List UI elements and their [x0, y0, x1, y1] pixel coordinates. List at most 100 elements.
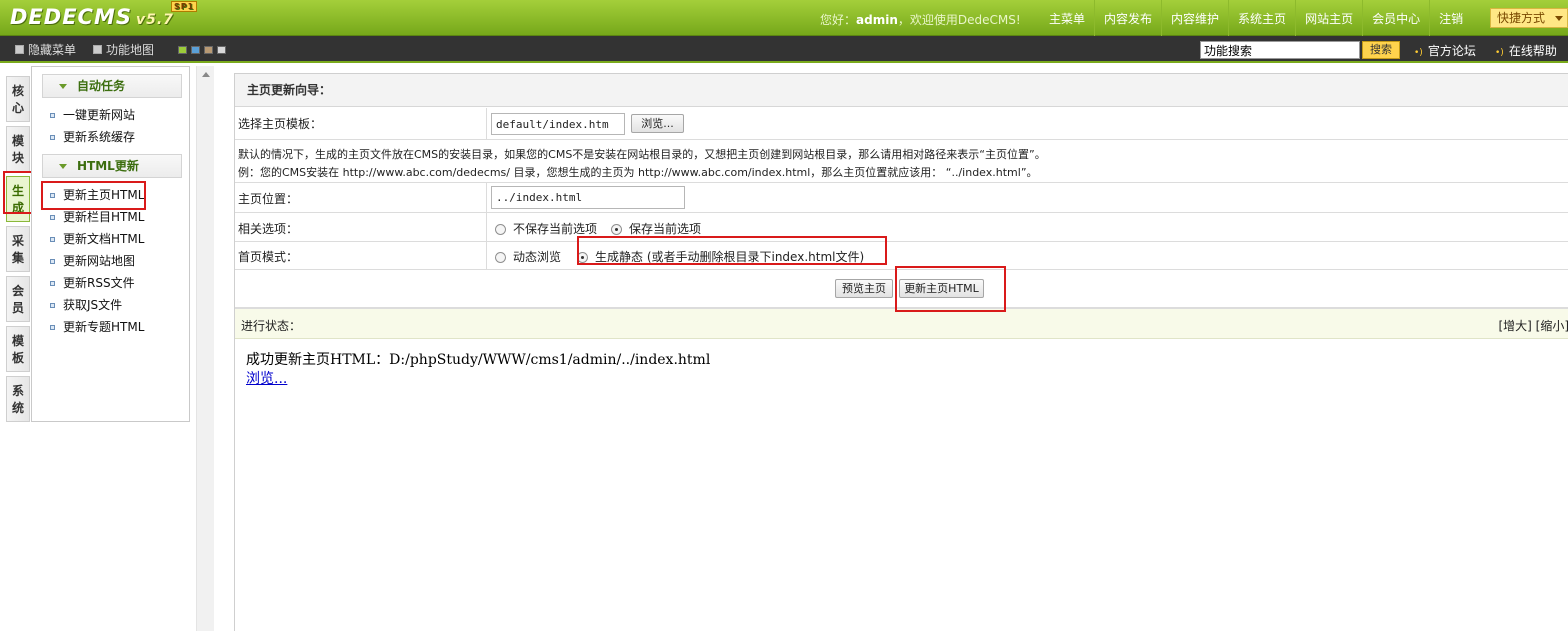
hide-menu-label: 隐藏菜单	[28, 43, 77, 57]
nav-main-menu[interactable]: 主菜单	[1040, 0, 1094, 36]
help-link[interactable]: •) 在线帮助	[1495, 42, 1557, 59]
forum-label: 官方论坛	[1427, 44, 1476, 58]
forum-link[interactable]: •) 官方论坛	[1414, 42, 1476, 59]
position-row: 主页位置：	[235, 183, 1568, 213]
option-save[interactable]: 保存当前选项	[611, 220, 701, 237]
nav-system-home[interactable]: 系统主页	[1228, 0, 1295, 36]
menu-item-update-rss[interactable]: 更新RSS文件	[50, 272, 189, 294]
option-no-save-label: 不保存当前选项	[513, 222, 598, 236]
status-resize-controls[interactable]: [增大] [缩小]	[1498, 317, 1568, 334]
panel-splitter[interactable]	[196, 66, 214, 631]
menu-item-update-sitemap[interactable]: 更新网站地图	[50, 250, 189, 272]
menu-item-label: 更新专题HTML	[63, 320, 145, 334]
tab-modules[interactable]: 模块	[6, 126, 30, 172]
nav-member-center[interactable]: 会员中心	[1362, 0, 1429, 36]
tab-core[interactable]: 核心	[6, 76, 30, 122]
main-content: 主页更新向导： 选择主页模板： 浏览... 默认的情况下，生成的主页文件放在CM…	[234, 73, 1568, 631]
menu-item-label: 获取JS文件	[63, 298, 123, 312]
menu-item-get-js[interactable]: 获取JS文件	[50, 294, 189, 316]
welcome-prefix: 您好：	[820, 13, 857, 27]
skin-blue-swatch[interactable]	[191, 46, 200, 54]
menu-item-update-topic-html[interactable]: 更新专题HTML	[50, 316, 189, 338]
menu-item-update-home-html[interactable]: 更新主页HTML	[50, 184, 189, 206]
mode-dynamic-label: 动态浏览	[513, 250, 562, 264]
option-save-label: 保存当前选项	[629, 222, 702, 236]
chevron-down-icon	[1555, 16, 1563, 21]
menu-item-one-click-update[interactable]: 一键更新网站	[50, 104, 189, 126]
menu-group-html-update[interactable]: HTML更新	[42, 154, 182, 178]
description-row: 默认的情况下，生成的主页文件放在CMS的安装目录，如果您的CMS不是安装在网站根…	[235, 140, 1568, 183]
mode-static-label: 生成静态 (或者手动删除根目录下index.html文件)	[595, 250, 865, 264]
menu-item-label: 更新栏目HTML	[63, 210, 145, 224]
function-search-input[interactable]	[1200, 41, 1360, 59]
bullet-icon	[50, 324, 55, 330]
radio-button-checked[interactable]	[611, 224, 622, 235]
tab-collect[interactable]: 采集	[6, 226, 30, 272]
nav-site-home[interactable]: 网站主页	[1295, 0, 1362, 36]
search-button[interactable]: 搜索	[1362, 41, 1400, 59]
quick-access-label: 快捷方式	[1497, 11, 1546, 25]
signal-icon: •)	[1414, 48, 1423, 58]
sidebar-menu: 自动任务 一键更新网站 更新系统缓存 HTML更新 更新主页HTML 更新栏目H…	[31, 66, 190, 422]
grid-icon	[93, 45, 102, 54]
bullet-icon	[50, 112, 55, 118]
description-line-1: 默认的情况下，生成的主页文件放在CMS的安装目录，如果您的CMS不是安装在网站根…	[238, 148, 1046, 161]
mode-static[interactable]: 生成静态 (或者手动删除根目录下index.html文件)	[577, 248, 864, 265]
result-text: 成功更新主页HTML：D:/phpStudy/WWW/cms1/admin/..…	[246, 352, 711, 368]
logo: DEDECMS v5.7 SP1	[10, 1, 198, 29]
quick-access-dropdown[interactable]: 快捷方式	[1490, 8, 1568, 28]
radio-button[interactable]	[495, 224, 506, 235]
browse-result-link[interactable]: 浏览...	[246, 371, 287, 387]
menu-item-update-column-html[interactable]: 更新栏目HTML	[50, 206, 189, 228]
nav-content-maintain[interactable]: 内容维护	[1161, 0, 1228, 36]
template-row: 选择主页模板： 浏览...	[235, 108, 1568, 140]
menu-item-label: 更新文档HTML	[63, 232, 145, 246]
chevron-down-icon	[59, 84, 67, 89]
username: admin	[856, 13, 898, 27]
action-row: 预览主页 更新主页HTML	[235, 270, 1568, 308]
status-label: 进行状态：	[241, 319, 302, 333]
menu-item-label: 更新主页HTML	[63, 188, 145, 202]
template-input[interactable]	[491, 113, 625, 135]
options-row: 相关选项： 不保存当前选项 保存当前选项	[235, 213, 1568, 242]
mode-dynamic[interactable]: 动态浏览	[495, 248, 561, 265]
update-home-html-button[interactable]: 更新主页HTML	[899, 279, 984, 298]
position-label: 主页位置：	[238, 192, 299, 206]
skin-brown-swatch[interactable]	[204, 46, 213, 54]
menu-item-update-cache[interactable]: 更新系统缓存	[50, 126, 189, 148]
skin-switcher	[178, 46, 226, 54]
skin-gray-swatch[interactable]	[217, 46, 226, 54]
description-line-2: 例：您的CMS安装在 http://www.abc.com/dedecms/ 目…	[238, 166, 1038, 179]
page-title: 主页更新向导：	[235, 74, 1568, 107]
tab-generate[interactable]: 生成	[6, 176, 30, 222]
welcome-text: 您好：admin，欢迎使用DedeCMS!	[820, 11, 1021, 28]
top-header: DEDECMS v5.7 SP1 您好：admin，欢迎使用DedeCMS! 主菜…	[0, 0, 1568, 36]
logo-text: DEDECMS	[10, 5, 132, 29]
menu-group-auto-tasks[interactable]: 自动任务	[42, 74, 182, 98]
top-nav: 主菜单 内容发布 内容维护 系统主页 网站主页 会员中心 注销	[1040, 0, 1472, 36]
menu-item-label: 更新网站地图	[63, 254, 136, 268]
menu-item-update-doc-html[interactable]: 更新文档HTML	[50, 228, 189, 250]
chevron-down-icon	[59, 164, 67, 169]
tab-template[interactable]: 模板	[6, 326, 30, 372]
tab-member[interactable]: 会员	[6, 276, 30, 322]
preview-home-button[interactable]: 预览主页	[835, 279, 893, 298]
welcome-suffix: ，欢迎使用DedeCMS!	[897, 13, 1021, 27]
menu-item-label: 更新RSS文件	[63, 276, 135, 290]
bullet-icon	[50, 214, 55, 220]
sitemap-label: 功能地图	[106, 43, 155, 57]
bullet-icon	[50, 192, 55, 198]
home-position-input[interactable]	[491, 186, 685, 209]
skin-green-swatch[interactable]	[178, 46, 187, 54]
tab-system[interactable]: 系统	[6, 376, 30, 422]
sitemap-button[interactable]: 功能地图	[93, 41, 154, 58]
radio-button[interactable]	[495, 252, 506, 263]
hide-menu-button[interactable]: 隐藏菜单	[15, 41, 76, 58]
nav-logout[interactable]: 注销	[1429, 0, 1472, 36]
result-message: 成功更新主页HTML：D:/phpStudy/WWW/cms1/admin/..…	[246, 351, 710, 389]
option-no-save[interactable]: 不保存当前选项	[495, 220, 597, 237]
nav-content-publish[interactable]: 内容发布	[1094, 0, 1161, 36]
help-label: 在线帮助	[1508, 44, 1557, 58]
browse-button[interactable]: 浏览...	[631, 114, 684, 133]
radio-button-checked[interactable]	[577, 252, 588, 263]
